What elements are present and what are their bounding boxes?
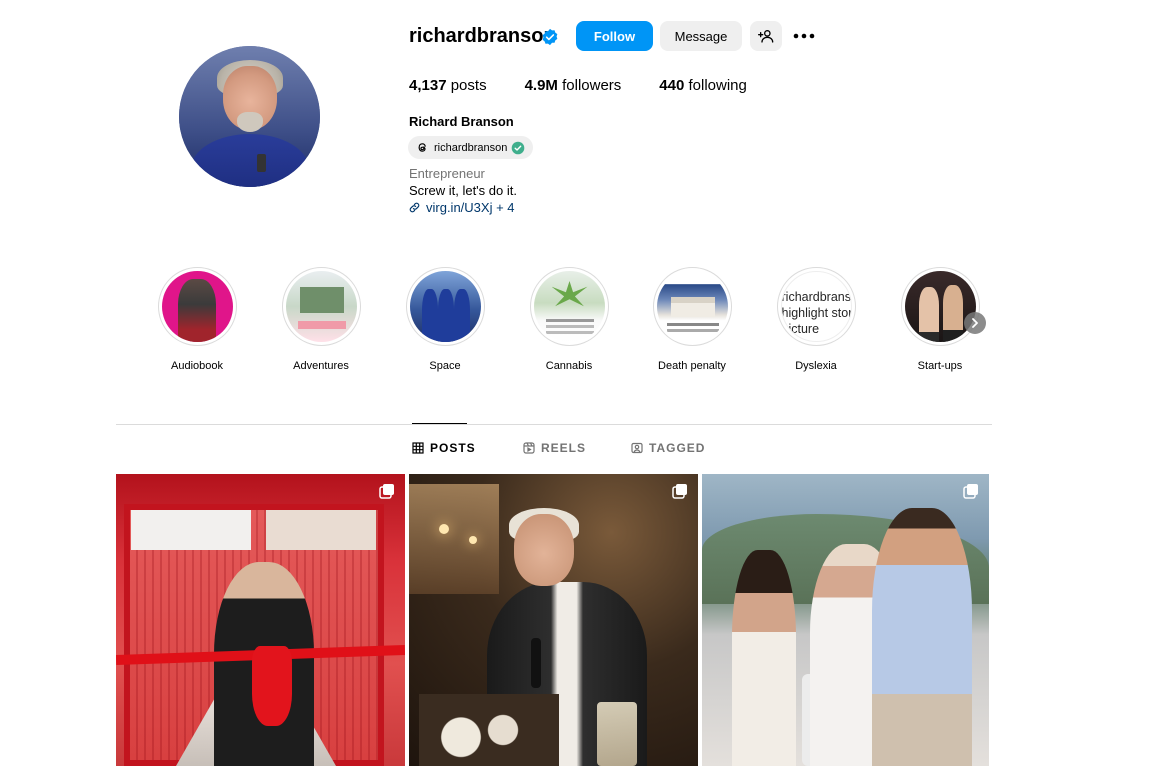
following-label: following (688, 77, 747, 94)
highlight-cover (409, 271, 481, 342)
highlight-ring (529, 267, 609, 346)
highlight-cover (904, 271, 976, 342)
post-thumbnail[interactable] (116, 474, 405, 766)
post-thumbnail[interactable] (702, 474, 989, 766)
profile-category: Entrepreneur (409, 166, 485, 181)
tabs-divider (116, 424, 992, 425)
suggested-users-button[interactable] (750, 21, 782, 51)
highlight-audiobook[interactable]: Audiobook (135, 267, 259, 372)
tagged-icon (631, 442, 643, 454)
highlight-ring (405, 267, 485, 346)
message-button[interactable]: Message (660, 21, 742, 51)
reels-icon (523, 442, 535, 454)
carousel-icon (672, 484, 687, 499)
highlight-cover (161, 271, 233, 342)
link-icon (409, 202, 420, 213)
profile-username: richardbranson (409, 25, 556, 47)
highlight-ring (281, 267, 361, 346)
verified-badge-icon (542, 28, 558, 46)
profile-bio: Screw it, let's do it. (409, 183, 517, 198)
profile-link-text: virg.in/U3Xj + 4 (426, 200, 515, 215)
active-tab-indicator (412, 423, 467, 424)
highlight-ring (652, 267, 732, 346)
highlight-alt-text: richardbranson's highlight story picture (781, 290, 851, 336)
highlight-label: Cannabis (545, 360, 593, 372)
threads-handle: richardbranson (434, 141, 508, 154)
highlight-space[interactable]: Space (383, 267, 507, 372)
highlight-cover-broken: richardbranson's highlight story picture (780, 271, 852, 342)
carousel-icon (379, 484, 394, 499)
highlights-next-button[interactable] (964, 312, 986, 334)
tab-label: REELS (541, 441, 587, 455)
highlight-ring (900, 267, 980, 346)
highlight-cannabis[interactable]: Cannabis (507, 267, 631, 372)
add-user-icon (758, 30, 774, 43)
more-horizontal-icon (793, 33, 815, 39)
threads-icon (418, 143, 426, 152)
posts-label: posts (450, 77, 487, 94)
follow-button[interactable]: Follow (576, 21, 653, 51)
carousel-icon (963, 484, 978, 499)
highlight-label: Start-ups (917, 360, 963, 372)
profile-full-name: Richard Branson (409, 114, 514, 129)
chevron-right-icon (972, 318, 978, 328)
highlight-label: Dyslexia (795, 360, 837, 372)
followers-label: followers (562, 77, 622, 94)
highlight-label: Space (429, 360, 461, 372)
highlight-adventures[interactable]: Adventures (259, 267, 383, 372)
posts-stat: 4,137 posts (409, 77, 487, 94)
highlight-label: Death penalty (658, 360, 726, 372)
tab-reels[interactable]: REELS (523, 441, 586, 455)
tab-posts[interactable]: POSTS (412, 441, 476, 455)
highlight-cover (285, 271, 357, 342)
highlight-cover (533, 271, 605, 342)
grid-icon (412, 442, 424, 454)
posts-count: 4,137 (409, 77, 447, 94)
highlight-ring (157, 267, 237, 346)
highlight-ring: richardbranson's highlight story picture (776, 267, 856, 346)
followers-stat[interactable]: 4.9M followers (525, 77, 622, 94)
following-count: 440 (659, 77, 685, 94)
highlight-dyslexia[interactable]: richardbranson's highlight story picture… (754, 267, 878, 372)
profile-stats: 4,137 posts 4.9M followers 440 following (409, 77, 785, 94)
highlight-label: Audiobook (171, 360, 223, 372)
more-options-button[interactable] (792, 26, 816, 46)
profile-avatar[interactable] (179, 46, 320, 187)
threads-badge[interactable]: richardbranson (408, 136, 534, 159)
highlight-cover (656, 271, 728, 342)
following-stat[interactable]: 440 following (659, 77, 747, 94)
profile-link[interactable]: virg.in/U3Xj + 4 (408, 200, 515, 215)
tab-label: TAGGED (649, 441, 706, 455)
highlight-death-penalty[interactable]: Death penalty (630, 267, 754, 372)
followers-count: 4.9M (524, 77, 558, 94)
threads-verified-icon (512, 141, 525, 154)
highlight-label: Adventures (293, 360, 349, 372)
post-thumbnail[interactable] (409, 474, 698, 766)
tab-tagged[interactable]: TAGGED (631, 441, 705, 455)
tab-label: POSTS (430, 441, 476, 455)
